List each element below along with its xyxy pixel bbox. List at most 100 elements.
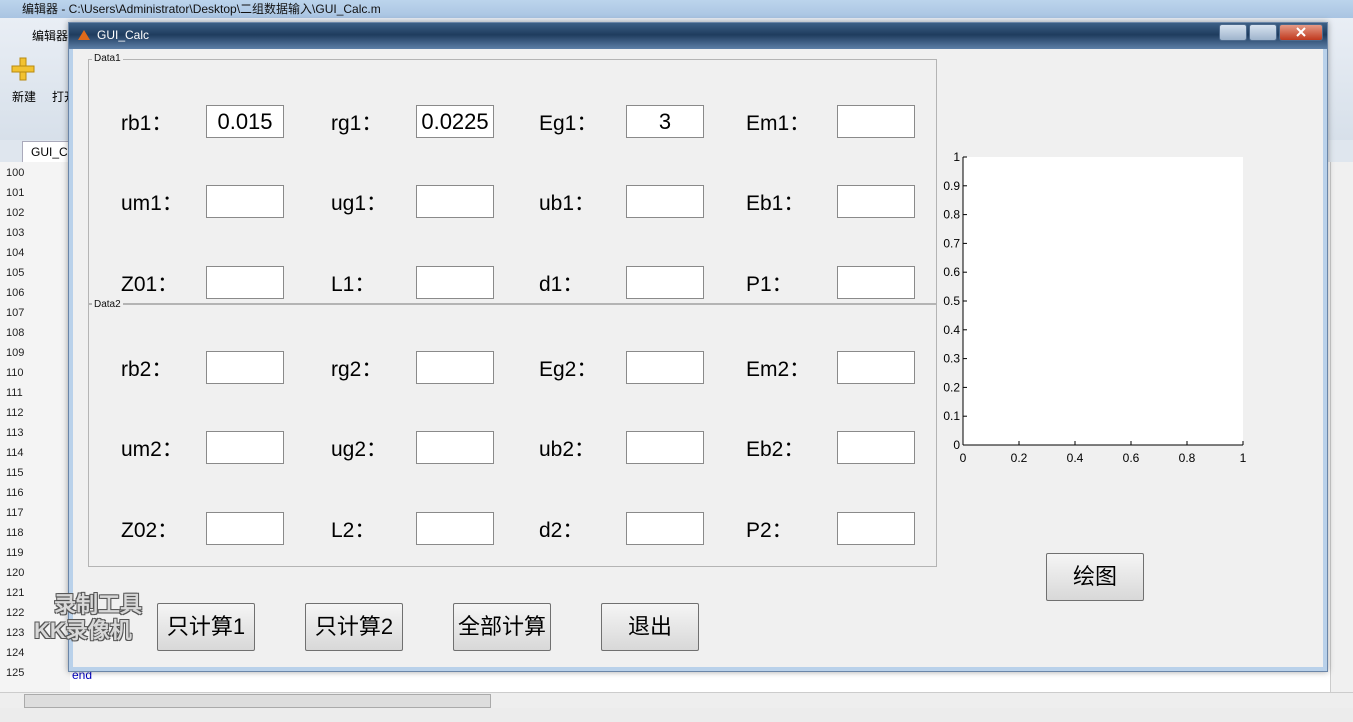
field-label: L2： [331,519,376,542]
editor-status-bar [0,708,1353,722]
line-number: 122 [6,607,25,619]
field-label: Eb1： [746,192,805,215]
field-input[interactable] [416,266,494,299]
line-number: 104 [6,247,25,259]
plot-button[interactable]: 绘图 [1046,553,1144,601]
field-label: um1： [121,192,183,215]
field-input[interactable] [416,431,494,464]
data2-panel-title: Data2 [92,299,123,310]
field-input[interactable]: 3 [626,105,704,138]
minimize-button[interactable] [1219,24,1247,41]
field-label: P2： [746,519,793,542]
y-tick-label: 0.9 [943,179,960,193]
y-tick-label: 0.7 [943,236,960,250]
line-number: 107 [6,307,25,319]
close-button[interactable] [1279,24,1323,41]
field-label: Eg2： [539,358,598,381]
y-tick-label: 1 [953,150,960,164]
field-input[interactable]: 0.0225 [416,105,494,138]
data1-panel-title: Data1 [92,53,123,64]
line-number: 109 [6,347,25,359]
field-input[interactable] [626,185,704,218]
field-input[interactable] [626,512,704,545]
line-number: 114 [6,447,24,459]
line-number: 101 [6,187,25,199]
field-input[interactable] [837,185,915,218]
line-number: 108 [6,327,25,339]
watermark-line-1: 录制工具 [54,592,143,617]
window-client-area: Data1 Data2 rb1： 0.015 rg1： 0.0225 Eg1： 3 Em1：… [73,49,1323,667]
y-tick-label: 0.6 [943,265,960,279]
editor-title-bar: 编辑器 - C:\Users\Administrator\Desktop\二组数… [0,0,1353,18]
calc2-button[interactable]: 只计算2 [305,603,403,651]
calc-all-button[interactable]: 全部计算 [453,603,551,651]
line-number: 112 [6,407,24,419]
field-label: rg1： [331,112,383,135]
calc1-button[interactable]: 只计算1 [157,603,255,651]
field-label: Eb2： [746,438,805,461]
line-number: 111 [6,387,23,399]
plot-axes[interactable]: 0 0.2 0.4 0.6 0.8 1 0 0.1 0.2 0.3 0.4 0.5 0.6 0.7 0.8 0… [929,145,1259,475]
field-input[interactable] [416,351,494,384]
field-label: Em1： [746,112,811,135]
line-number: 102 [6,207,25,219]
line-number: 106 [6,287,25,299]
x-tick-label: 1 [1240,451,1247,465]
close-icon [1296,27,1306,37]
field-input[interactable] [206,266,284,299]
field-label: Z02： [121,519,179,542]
field-input[interactable] [837,266,915,299]
field-input[interactable] [837,512,915,545]
y-tick-label: 0 [953,438,960,452]
field-input[interactable] [206,512,284,545]
field-input[interactable] [626,431,704,464]
field-label: Z01： [121,273,179,296]
line-number: 125 [6,667,25,679]
window-title-bar[interactable]: GUI_Calc [69,23,1327,49]
y-tick-label: 0.8 [943,208,960,222]
new-file-icon[interactable] [10,56,36,82]
field-label: L1： [331,273,376,296]
editor-file-tab[interactable]: GUI_C [22,141,74,162]
y-tick-label: 0.5 [943,294,960,308]
line-number: 123 [6,627,25,639]
line-number: 115 [6,467,24,479]
field-label: um2： [121,438,183,461]
x-tick-label: 0 [960,451,967,465]
field-input[interactable] [416,185,494,218]
line-number: 118 [6,527,24,539]
field-input[interactable] [837,351,915,384]
field-label: d1： [539,273,584,296]
field-label: rb1： [121,112,173,135]
recorder-watermark: 录制工具 KK录像机 [34,592,142,644]
new-file-button[interactable]: 新建 [12,88,36,105]
field-label: P1： [746,273,793,296]
field-input[interactable] [206,431,284,464]
line-number: 119 [6,547,24,559]
editor-ribbon-tab[interactable]: 编辑器 [32,27,68,44]
field-label: Em2： [746,358,811,381]
field-label: Eg1： [539,112,598,135]
field-input[interactable]: 0.015 [206,105,284,138]
field-input[interactable] [837,105,915,138]
line-number: 124 [6,647,25,659]
field-label: ug2： [331,438,388,461]
line-number: 103 [6,227,25,239]
field-input[interactable] [837,431,915,464]
exit-button[interactable]: 退出 [601,603,699,651]
line-number: 105 [6,267,25,279]
field-input[interactable] [626,351,704,384]
field-input[interactable] [206,185,284,218]
field-input[interactable] [206,351,284,384]
field-input[interactable] [416,512,494,545]
scrollbar-thumb[interactable] [24,694,491,708]
editor-vertical-scrollbar[interactable] [1330,162,1353,692]
x-tick-label: 0.4 [1067,451,1084,465]
maximize-button[interactable] [1249,24,1277,41]
field-label: rb2： [121,358,173,381]
x-tick-label: 0.6 [1123,451,1140,465]
field-input[interactable] [626,266,704,299]
field-label: rg2： [331,358,383,381]
editor-title: 编辑器 - C:\Users\Administrator\Desktop\二组数… [22,2,381,16]
line-number: 121 [6,587,25,599]
